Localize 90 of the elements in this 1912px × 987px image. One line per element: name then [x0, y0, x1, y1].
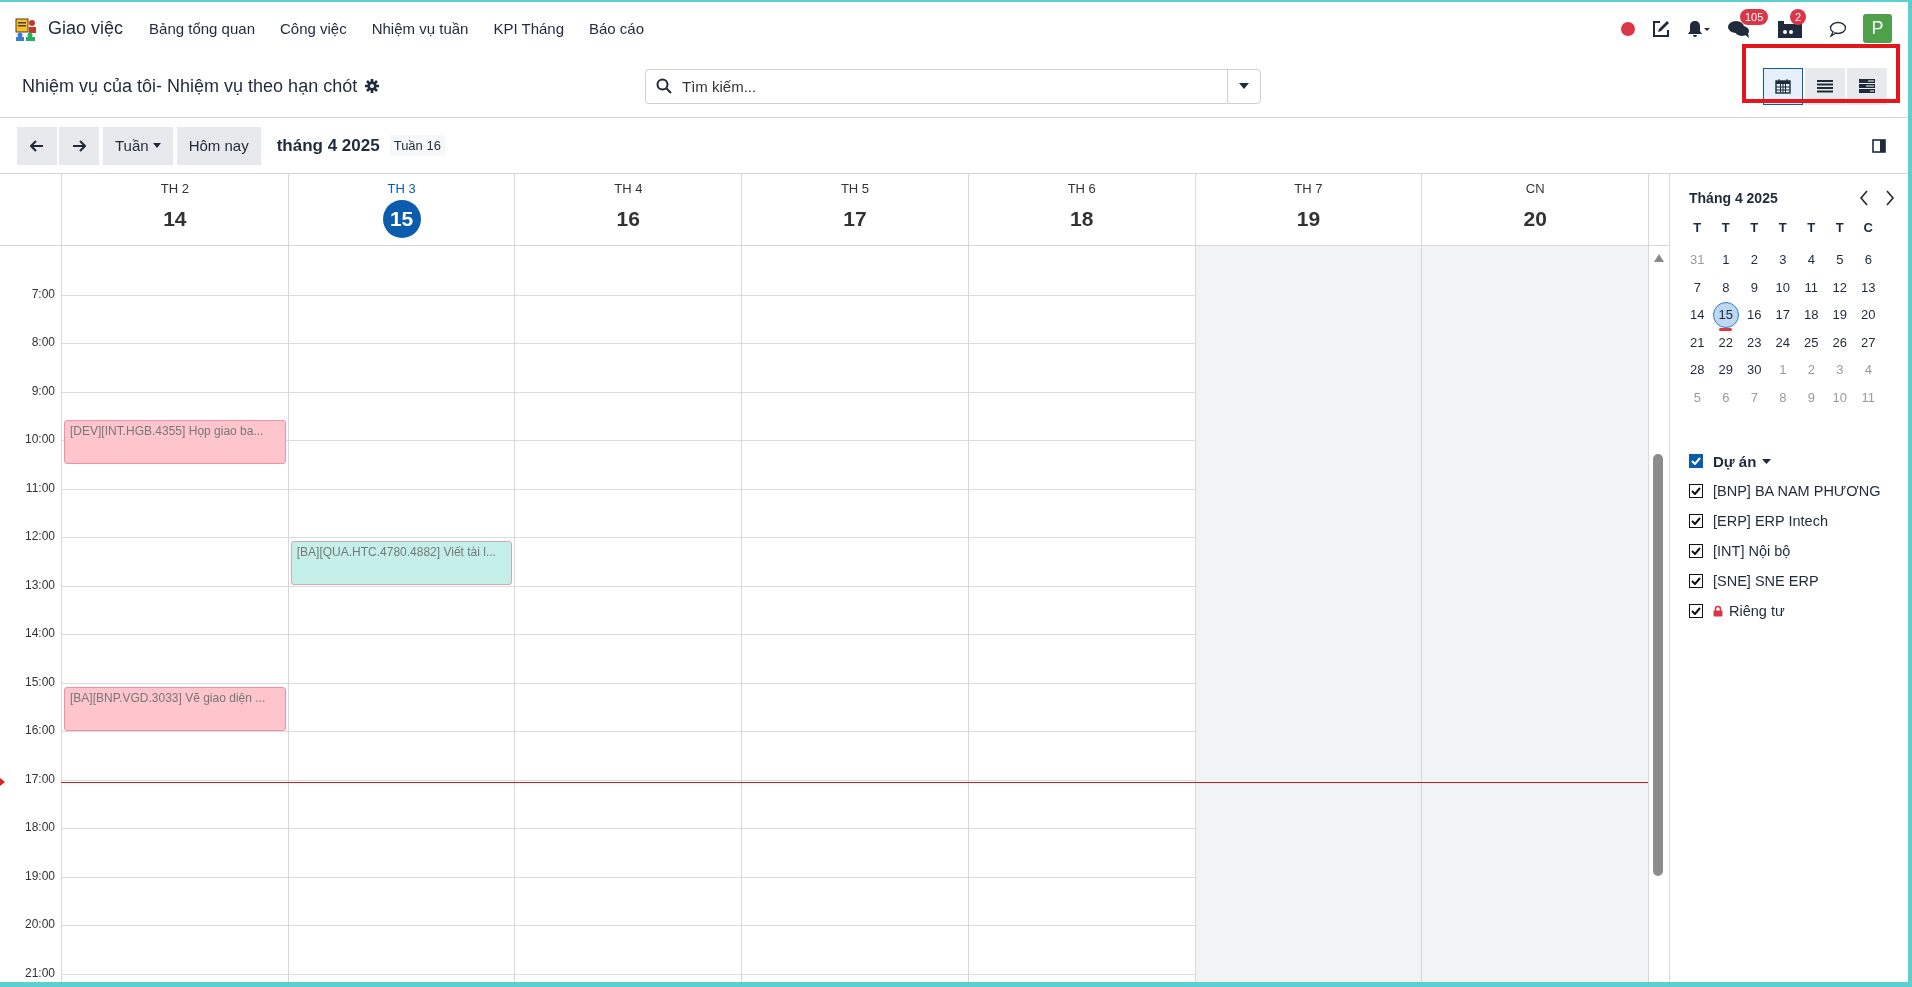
week-badge: Tuần 16: [389, 135, 445, 156]
filter-label[interactable]: [ERP] ERP Intech: [1713, 513, 1828, 529]
filter-label[interactable]: [INT] Nội bộ: [1713, 543, 1791, 559]
scale-dropdown[interactable]: Tuần: [103, 126, 173, 165]
hour-label: 13:00: [24, 577, 55, 592]
hour-label: 14:00: [24, 626, 55, 640]
day-number[interactable]: 18: [1062, 200, 1101, 238]
menu-item[interactable]: Nhiệm vụ tuần: [371, 20, 469, 37]
weekday-label: TH 6: [1067, 181, 1096, 196]
search-field[interactable]: Tìm kiếm...: [645, 68, 1227, 104]
hour-label: 7:00: [31, 286, 55, 301]
hour-label: 18:00: [24, 820, 55, 834]
day-number[interactable]: 16: [609, 200, 648, 238]
filter-checkbox[interactable]: [1689, 544, 1703, 558]
gantt-icon: [1859, 79, 1875, 93]
menu-item[interactable]: Báo cáo: [589, 20, 645, 37]
filter-group-label[interactable]: Dự án: [1713, 452, 1757, 470]
status-dot-icon[interactable]: [1621, 21, 1635, 36]
day-number[interactable]: 20: [1516, 200, 1555, 238]
filter-label[interactable]: [BNP] BA NAM PHƯƠNG: [1713, 483, 1881, 499]
hour-label: 21:00: [24, 965, 55, 980]
weekday-label: C: [1862, 220, 1874, 237]
breadcrumb-title: Nhiệm vụ của tôi- Nhiệm vụ theo hạn chót: [22, 75, 358, 97]
lock-icon: [1713, 605, 1723, 617]
previous-button[interactable]: [17, 126, 57, 165]
calendar-icon: [1775, 78, 1791, 94]
day-number[interactable]: 14: [155, 200, 194, 238]
day-number[interactable]: 15: [382, 200, 421, 238]
period-title: tháng 4 2025: [276, 135, 380, 156]
scroll-up-icon[interactable]: [1654, 254, 1664, 262]
search-icon: [656, 78, 672, 94]
hour-label: 10:00: [24, 432, 55, 446]
sidebar-toggle-icon[interactable]: [1872, 138, 1886, 153]
speech-bubble-icon[interactable]: [1829, 20, 1847, 37]
day-number[interactable]: 19: [1289, 200, 1328, 238]
weekday-label: TH 4: [614, 181, 643, 196]
list-icon: [1817, 79, 1833, 93]
app-logo-icon[interactable]: [14, 16, 38, 41]
hour-label: 9:00: [31, 383, 55, 398]
caret-icon: [152, 143, 161, 148]
next-button[interactable]: [59, 126, 99, 165]
message-count-badge: 105: [1740, 8, 1769, 25]
filter-checkbox[interactable]: [1689, 514, 1703, 528]
hour-label: 11:00: [25, 480, 55, 495]
current-time-marker-icon: [0, 777, 5, 786]
menu-item[interactable]: KPI Tháng: [493, 20, 564, 37]
group-checkbox[interactable]: [1689, 454, 1703, 468]
weekday-label: T: [1806, 220, 1817, 237]
chevron-right-icon[interactable]: [1884, 190, 1896, 206]
chevron-left-icon[interactable]: [1858, 190, 1870, 206]
weekday-label: TH 3: [387, 181, 416, 196]
calendar-event[interactable]: [BA][QUA.HTC.4780.4882] Viết tài l...: [290, 541, 513, 586]
weekday-label: T: [1692, 220, 1703, 237]
weekday-label: T: [1749, 220, 1760, 237]
hour-label: 12:00: [24, 529, 55, 543]
today-button[interactable]: Hôm nay: [176, 126, 261, 165]
settings-icon[interactable]: [365, 79, 380, 93]
search-options-button[interactable]: [1227, 68, 1261, 104]
day-number[interactable]: 17: [836, 200, 874, 238]
caret-icon: [1239, 83, 1249, 89]
app-name[interactable]: Giao việc: [48, 18, 124, 39]
arrow-left-icon: [30, 139, 44, 152]
scrollbar-thumb[interactable]: [1653, 454, 1663, 876]
filter-checkbox[interactable]: [1689, 484, 1703, 498]
hour-label: 16:00: [24, 723, 55, 737]
hour-label: 20:00: [24, 917, 55, 931]
hour-label: 19:00: [24, 868, 55, 883]
hour-label: 8:00: [31, 335, 55, 349]
menu-item[interactable]: Công việc: [280, 20, 347, 37]
activity-count-badge: 2: [1790, 8, 1807, 25]
filter-label[interactable]: Riêng tư: [1729, 603, 1785, 619]
caret-icon[interactable]: [1762, 458, 1772, 464]
weekday-label: TH 7: [1294, 181, 1323, 196]
weekday-label: CN: [1525, 181, 1545, 196]
menu-item[interactable]: Bảng tổng quan: [149, 20, 255, 37]
weekday-label: TH 2: [160, 181, 189, 196]
mini-calendar-title: Tháng 4 2025: [1689, 190, 1778, 206]
weekday-label: T: [1834, 220, 1845, 237]
filter-checkbox[interactable]: [1689, 574, 1703, 588]
filter-label[interactable]: [SNE] SNE ERP: [1713, 573, 1819, 589]
weekday-label: T: [1720, 220, 1731, 237]
edit-icon[interactable]: [1651, 18, 1671, 39]
hour-label: 17:00: [24, 771, 55, 786]
bell-icon[interactable]: [1687, 19, 1711, 38]
weekday-label: TH 5: [840, 181, 870, 196]
search-input[interactable]: Tìm kiếm...: [680, 76, 1217, 96]
arrow-right-icon: [72, 139, 86, 152]
filter-checkbox[interactable]: [1689, 604, 1703, 618]
hour-label: 15:00: [24, 674, 55, 689]
weekday-label: T: [1777, 220, 1788, 237]
